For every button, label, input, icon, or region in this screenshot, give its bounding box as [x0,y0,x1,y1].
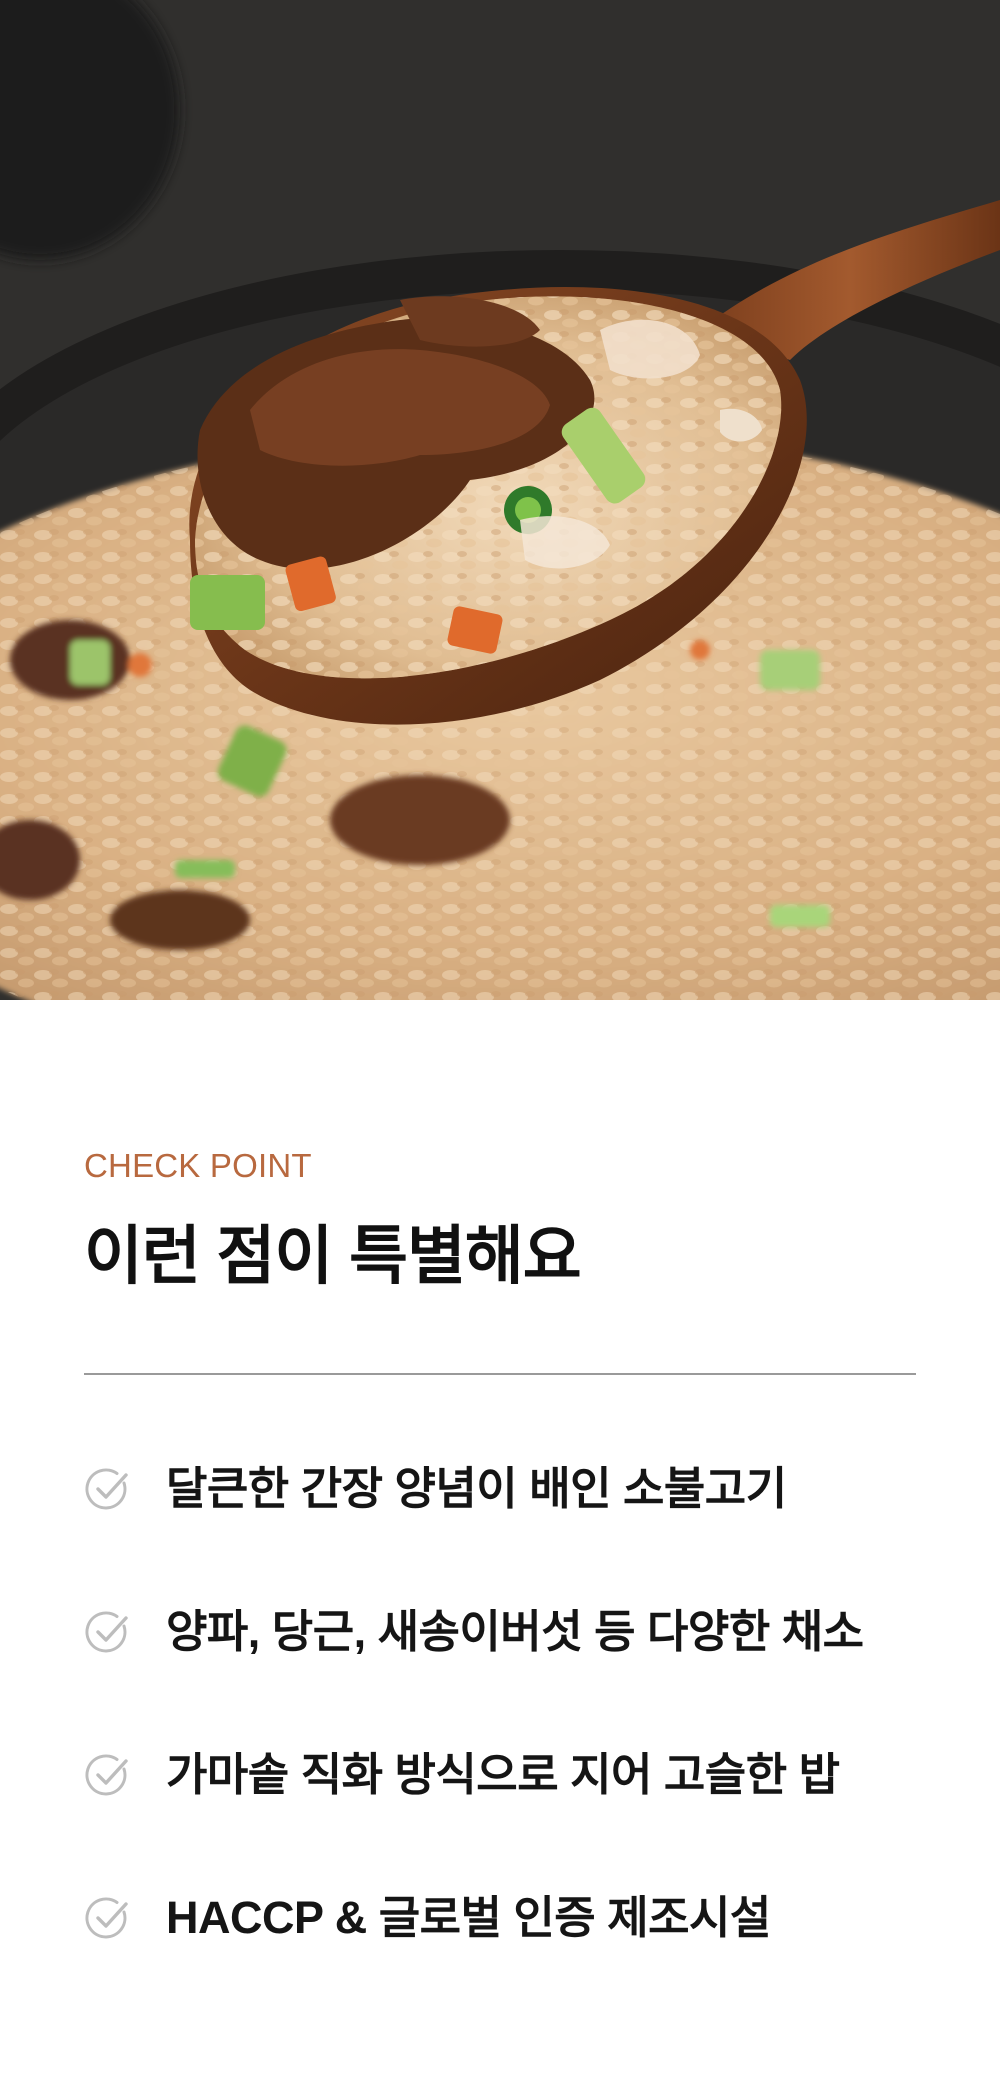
check-circle-icon [84,1752,132,1800]
check-circle-icon [84,1466,132,1514]
list-item: 달큰한 간장 양념이 배인 소불고기 [84,1454,964,1524]
section-title: 이런 점이 특별해요 [84,1220,582,1292]
list-item: HACCP & 글로벌 인증 제조시설 [84,1883,964,1953]
list-item: 가마솥 직화 방식으로 지어 고슬한 밥 [84,1740,964,1810]
checkpoint-text: HACCP & 글로벌 인증 제조시설 [166,1892,771,1943]
checkpoint-list: 달큰한 간장 양념이 배인 소불고기 양파, 당근, 새송이버섯 등 다양한 채… [84,1454,964,2026]
section-eyebrow: CHECK POINT [84,1147,312,1184]
check-circle-icon [84,1609,132,1657]
checkpoint-text: 가마솥 직화 방식으로 지어 고슬한 밥 [166,1749,840,1800]
checkpoint-text: 달큰한 간장 양념이 배인 소불고기 [166,1463,787,1514]
section-divider [84,1373,916,1375]
check-circle-icon [84,1895,132,1943]
list-item: 양파, 당근, 새송이버섯 등 다양한 채소 [84,1597,964,1667]
checkpoint-text: 양파, 당근, 새송이버섯 등 다양한 채소 [166,1606,864,1657]
hero-image [0,0,1000,1000]
fried-rice-illustration [0,0,1000,1000]
